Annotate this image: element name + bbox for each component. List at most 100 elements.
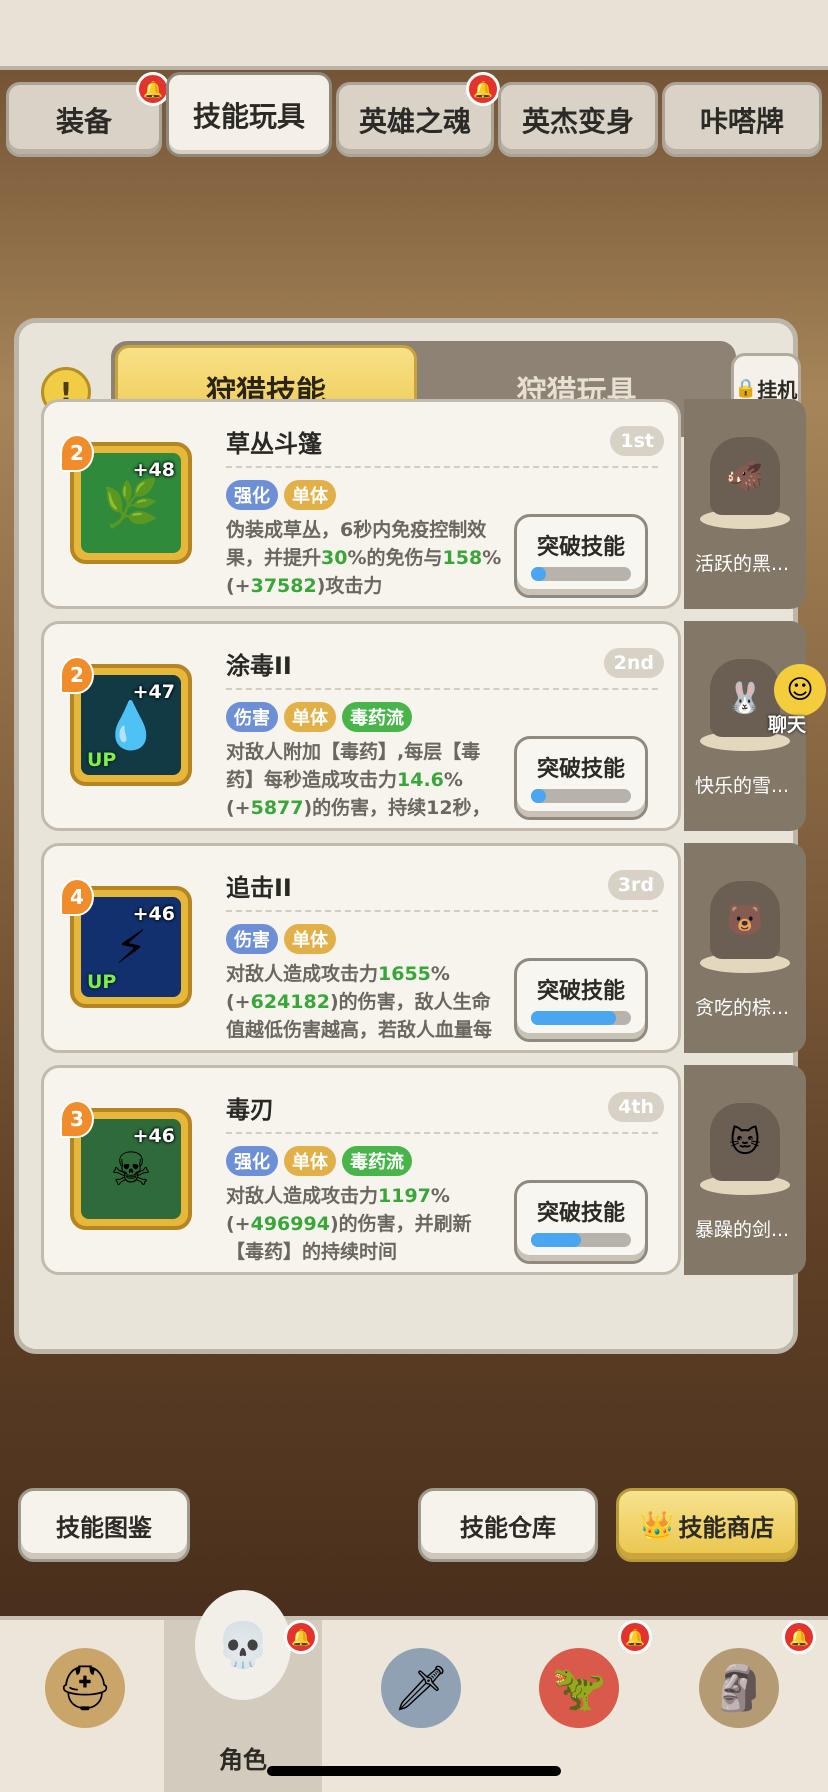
companion-slot[interactable]: 🐱 暴躁的剑... (684, 1065, 806, 1275)
skill-shop-button[interactable]: 👑 技能商店 (616, 1488, 798, 1562)
slot-rank-badge: 1st (610, 426, 664, 456)
divider (226, 910, 658, 912)
breakthrough-skill-button[interactable]: 突破技能 (514, 736, 648, 820)
nav-item-gear[interactable]: ⛑ (6, 1620, 164, 1792)
divider (226, 688, 658, 690)
skill-tag: 强化 (226, 1146, 278, 1176)
skill-tags: 伤害 单体 毒药流 (226, 702, 412, 732)
description-text: 对敌人造成攻击力 (226, 963, 379, 985)
skill-card[interactable]: 4 ⚡ +46 UP 追击II 3rd 伤害 单体对敌人造成攻击力1655%(+624182)… (41, 843, 681, 1053)
progress-fill (531, 1233, 581, 1247)
breakthrough-skill-button[interactable]: 突破技能 (514, 958, 648, 1042)
skill-description: 伪装成草丛，6秒内免疫控制效果，并提升30%的免伤与158%(+37582)攻击… (226, 516, 506, 600)
alert-bell-icon: 🔔 (136, 72, 170, 106)
skill-tags: 强化 单体 毒药流 (226, 1146, 412, 1176)
skill-plus-level: +46 (132, 903, 175, 925)
tab-label: 技能玩具 (192, 99, 305, 133)
golem-icon: 🗿 (699, 1648, 779, 1728)
tab-label: 英杰变身 (521, 104, 634, 138)
skill-tag: 单体 (284, 702, 336, 732)
button-label: 突破技能 (536, 535, 625, 560)
progress-fill (531, 567, 546, 581)
companion-slot[interactable]: 🐗 活跃的黑... (684, 399, 806, 609)
breakthrough-skill-button[interactable]: 突破技能 (514, 1180, 648, 1264)
divider (226, 1132, 658, 1134)
companion-name: 活跃的黑... (694, 553, 790, 575)
skill-card[interactable]: 2 🌿 +48 草丛斗篷 1st 强化 单体 伪装成草丛，6秒内免疫控制效果，并提升30%的免… (41, 399, 681, 609)
sword-shield-icon: 🗡 (381, 1648, 461, 1728)
level-badge: 3 (60, 1100, 94, 1138)
chat-button[interactable]: ☺ 聊天 (746, 664, 826, 736)
skill-name: 毒刃 (226, 1096, 274, 1124)
upgrade-label: UP (87, 971, 117, 993)
top-tab-bar: 装备 🔔 技能玩具 英雄之魂 🔔 英杰变身 咔嗒牌 (0, 72, 828, 167)
viking-helmet-icon: ⛑ (45, 1648, 125, 1728)
stat-value: 1197 (378, 1185, 431, 1207)
level-badge: 4 (60, 878, 94, 916)
slot-rank-badge: 3rd (607, 870, 664, 900)
skill-description: 对敌人造成攻击力1655%(+624182)的伤害，敌人生命值越低伤害越高，若敌… (226, 960, 506, 1044)
skill-glyph: ☠ (110, 1142, 152, 1196)
skill-name: 涂毒II (226, 652, 292, 680)
bush-icon: 🌿 +48 (81, 453, 181, 553)
stat-value: 14.6 (397, 769, 444, 791)
button-label: 突破技能 (536, 979, 625, 1004)
companion-slot[interactable]: 🐻 贪吃的棕... (684, 843, 806, 1053)
skill-compendium-button[interactable]: 技能图鉴 (18, 1488, 190, 1562)
stat-value: 30 (321, 547, 348, 569)
skill-tag: 强化 (226, 480, 278, 510)
dino-pet-icon: 🦖 (539, 1648, 619, 1728)
skill-tag: 伤害 (226, 924, 278, 954)
tab-click-cards[interactable]: 咔嗒牌 (662, 82, 822, 157)
description-text: )攻击力 (316, 575, 383, 597)
skill-glyph: 🌿 (102, 475, 160, 530)
skill-description: 对敌人附加【毒药】,每层【毒药】每秒造成攻击力14.6%(+5877)的伤害，持… (226, 738, 506, 822)
progress-fill (531, 1011, 616, 1025)
skills-panel: ! 狩猎技能 狩猎玩具 🔒 挂机 2 🌿 +48 草丛斗篷 1st 强化 单体 伪装成草丛，6秒… (14, 318, 806, 1354)
upgrade-label: UP (87, 749, 117, 771)
skill-tag: 单体 (284, 924, 336, 954)
button-label: 技能仓库 (460, 1513, 556, 1542)
skill-card[interactable]: 3 ☠ +46 毒刃 4th 强化 单体 毒药流 对敌人造成攻击力1197%(+496994)的… (41, 1065, 681, 1275)
skill-warehouse-button[interactable]: 技能仓库 (418, 1488, 598, 1562)
companion-name: 快乐的雪... (694, 775, 790, 797)
poison-drop-icon: 💧 +47 UP (81, 675, 181, 775)
stat-value: 5877 (250, 797, 304, 819)
stat-value: 158 (442, 547, 483, 569)
tab-skill-toys[interactable]: 技能玩具 (166, 72, 332, 157)
slot-rank-badge: 4th (608, 1092, 664, 1122)
skill-tag: 毒药流 (342, 1146, 412, 1176)
tab-label: 装备 (55, 104, 112, 138)
alert-bell-icon: 🔔 (782, 1620, 816, 1654)
level-badge: 2 (60, 656, 94, 694)
hero-avatar-icon: 💀 (195, 1590, 291, 1700)
skill-tag: 单体 (284, 480, 336, 510)
nav-item-golem[interactable]: 🗿 🔔 (660, 1620, 818, 1792)
skill-card[interactable]: 2 💧 +47 UP 涂毒II 2nd 伤害 单体 毒药流对敌人附加【毒药】,每层【毒药】每秒造… (41, 621, 681, 831)
skill-plus-level: +47 (132, 681, 175, 703)
smiley-chat-icon: ☺ (774, 664, 826, 716)
breakthrough-progress-bar (531, 1011, 631, 1025)
skill-description: 对敌人造成攻击力1197%(+496994)的伤害，并刷新【毒药】的持续时间 (226, 1182, 506, 1266)
alert-bell-icon: 🔔 (284, 1620, 318, 1654)
skill-glyph: ⚡ (114, 920, 148, 974)
skill-glyph: 💧 (102, 697, 160, 752)
lock-icon: 🔒 (734, 377, 758, 399)
companion-name: 贪吃的棕... (694, 997, 790, 1019)
lightning-strike-icon: ⚡ +46 UP (81, 897, 181, 997)
skull-icon: ☠ +46 (81, 1119, 181, 1219)
tab-label: 咔嗒牌 (699, 104, 784, 138)
skill-plus-level: +46 (132, 1125, 175, 1147)
skill-tag: 伤害 (226, 702, 278, 732)
breakthrough-skill-button[interactable]: 突破技能 (514, 514, 648, 598)
stat-value: 624182 (250, 991, 330, 1013)
companion-pet-icon: 🐱 (710, 1103, 780, 1181)
companion-name: 暴躁的剑... (694, 1219, 790, 1241)
skill-tags: 伤害 单体 (226, 924, 336, 954)
alert-bell-icon: 🔔 (466, 72, 500, 106)
skill-name: 追击II (226, 874, 292, 902)
stat-value: 37582 (250, 575, 317, 597)
tab-hero-transform[interactable]: 英杰变身 (498, 82, 658, 157)
slot-rank-badge: 2nd (603, 648, 664, 678)
button-label: 技能商店 (678, 1513, 775, 1542)
